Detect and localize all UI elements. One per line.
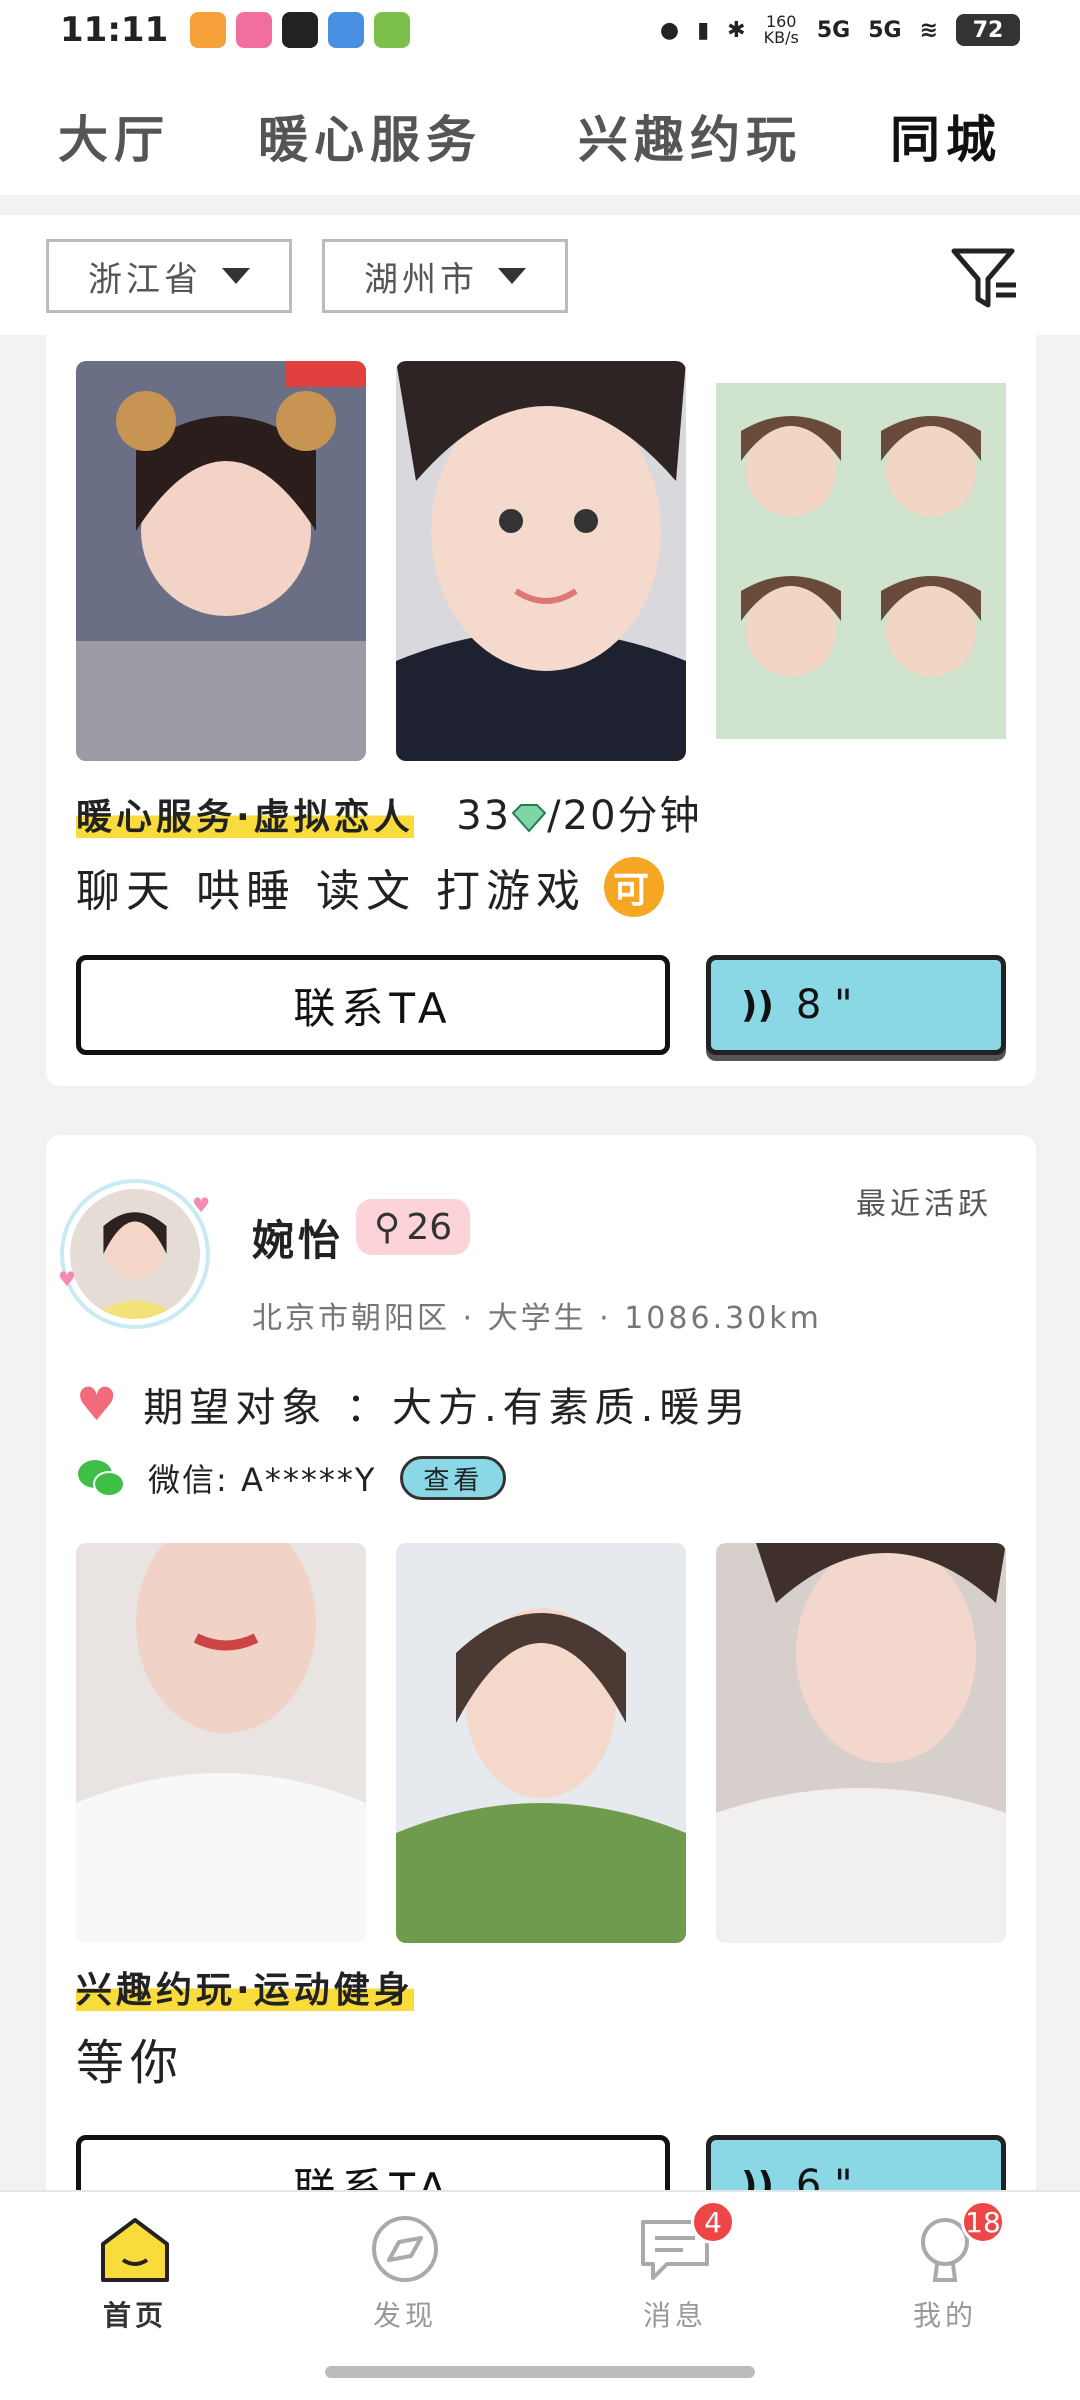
wifi-icon: ≋: [919, 17, 938, 43]
status-bar: 11:11 ● ▮ ✱ 160 KB/s 5G 5G ≋ 72: [0, 0, 1080, 60]
app-notification-icon: [328, 12, 365, 48]
filter-bar: 浙江省 湖州市: [0, 215, 1080, 335]
voice-intro-button[interactable]: )) 8 ": [706, 955, 1006, 1055]
city-select[interactable]: 湖州市: [322, 239, 568, 313]
wechat-icon: [78, 1460, 125, 1497]
signal-5g-1: 5G: [816, 17, 851, 43]
status-time: 11:11: [60, 10, 169, 50]
province-value: 浙江省: [88, 259, 202, 300]
bluetooth-icon: ✱: [727, 17, 746, 43]
status-indicators: ● ▮ ✱ 160 KB/s 5G 5G ≋ 72: [660, 14, 1020, 46]
voice-wave-icon: )): [741, 2164, 774, 2191]
nav-discover[interactable]: 发现: [330, 2214, 480, 2334]
avatar[interactable]: ♥ ♥: [58, 1179, 210, 1329]
tab-hall[interactable]: 大厅: [58, 100, 170, 172]
service-price: 33/20分钟: [456, 793, 702, 839]
tab-warm-service[interactable]: 暖心服务: [258, 100, 482, 172]
home-icon: [97, 2214, 173, 2284]
tab-same-city[interactable]: 同城: [886, 100, 1006, 174]
message-icon: 4: [637, 2200, 735, 2284]
chevron-down-icon: [222, 268, 250, 284]
heart-icon: ♥: [76, 1377, 124, 1431]
app-notification-icon: [190, 12, 227, 48]
heart-decoration-icon: ♥: [192, 1193, 210, 1217]
nav-profile-label: 我的: [912, 2299, 977, 2332]
wechat-row: 微信: A*****Y 查看: [76, 1455, 507, 1501]
user-message: 等你: [76, 2035, 185, 2091]
nav-discover-label: 发现: [372, 2299, 437, 2332]
nav-messages-label: 消息: [642, 2299, 707, 2332]
service-tagline: 兴趣约玩·运动健身: [76, 1961, 414, 2013]
profile-badge: 18: [961, 2200, 1005, 2244]
home-indicator[interactable]: [325, 2366, 755, 2378]
photo-row: [76, 361, 1006, 761]
voice-duration: 8 ": [795, 982, 853, 1028]
service-items: 聊天 哄睡 读文 打游戏: [76, 866, 586, 917]
level-value: 26: [406, 1206, 453, 1248]
app-notification-icon: [374, 12, 411, 48]
profile-photo[interactable]: [716, 1543, 1006, 1943]
service-category: 兴趣约玩·运动健身: [76, 1970, 414, 2011]
tab-interest-play[interactable]: 兴趣约玩: [578, 100, 802, 172]
expectation-row: ♥ 期望对象 ：大方.有素质.暖男: [76, 1375, 751, 1433]
service-tagline: 暖心服务·虚拟恋人 33/20分钟: [76, 783, 702, 841]
profile-photo[interactable]: [76, 1543, 366, 1943]
top-tabs: 大厅 暖心服务 兴趣约玩 同城: [0, 60, 1080, 195]
profile-icon: 18: [907, 2200, 1005, 2284]
city-value: 湖州市: [364, 259, 478, 300]
search-level-icon: ⚲: [374, 1206, 401, 1248]
wechat-id: 微信: A*****Y: [148, 1461, 377, 1499]
profile-photo[interactable]: [396, 1543, 686, 1943]
level-badge: ⚲ 26: [356, 1199, 471, 1255]
profile-card[interactable]: 暖心服务·虚拟恋人 33/20分钟 聊天 哄睡 读文 打游戏 可 联系TA ))…: [46, 335, 1036, 1086]
discover-icon: [367, 2214, 443, 2284]
view-wechat-button[interactable]: 查看: [400, 1456, 507, 1500]
voice-duration: 6 ": [795, 2162, 853, 2190]
user-name: 婉怡: [252, 1216, 345, 1265]
service-category: 暖心服务·虚拟恋人: [76, 797, 414, 838]
nav-home[interactable]: 首页: [60, 2214, 210, 2334]
net-speed: 160 KB/s: [763, 12, 799, 47]
notification-icons: [190, 12, 411, 48]
nav-home-label: 首页: [102, 2299, 167, 2332]
contact-button[interactable]: 联系TA: [76, 955, 670, 1055]
app-notification-icon: [236, 12, 273, 48]
heart-decoration-icon: ♥: [58, 1267, 76, 1291]
vibrate-icon: ▮: [697, 17, 710, 43]
message-badge: 4: [691, 2200, 735, 2244]
profile-photo[interactable]: [76, 361, 366, 761]
available-badge: 可: [603, 857, 664, 917]
expectation-text: 期望对象 ：大方.有素质.暖男: [143, 1385, 752, 1431]
feed-list[interactable]: 暖心服务·虚拟恋人 33/20分钟 聊天 哄睡 读文 打游戏 可 联系TA ))…: [0, 335, 1080, 2190]
profile-photo[interactable]: [716, 361, 1006, 761]
voice-intro-button[interactable]: )) 6 ": [706, 2135, 1006, 2190]
nav-profile[interactable]: 18 我的: [870, 2200, 1020, 2334]
diamond-icon: [511, 804, 547, 833]
nav-messages[interactable]: 4 消息: [600, 2200, 750, 2334]
profile-card[interactable]: ♥ ♥ 婉怡 ⚲ 26 最近活跃 北京市朝阳区 · 大学生 · 1086.30k…: [46, 1135, 1036, 2190]
recent-active-label: 最近活跃: [856, 1187, 992, 1222]
battery-icon: 72: [956, 14, 1020, 46]
chevron-down-icon: [498, 268, 526, 284]
app-notification-icon: [282, 12, 319, 48]
province-select[interactable]: 浙江省: [46, 239, 292, 313]
signal-5g-2: 5G: [868, 17, 902, 43]
voice-wave-icon: )): [741, 984, 774, 1026]
bottom-nav: 首页 发现 4 消息 18 我的: [0, 2190, 1080, 2400]
filter-icon[interactable]: [950, 243, 1020, 313]
user-location: 北京市朝阳区 · 大学生 · 1086.30km: [252, 1301, 822, 1336]
profile-photo[interactable]: [396, 361, 686, 761]
service-list: 聊天 哄睡 读文 打游戏 可: [76, 855, 664, 919]
location-icon: ●: [659, 17, 680, 43]
contact-button[interactable]: 联系TA: [76, 2135, 670, 2190]
photo-row: [76, 1543, 1006, 1943]
